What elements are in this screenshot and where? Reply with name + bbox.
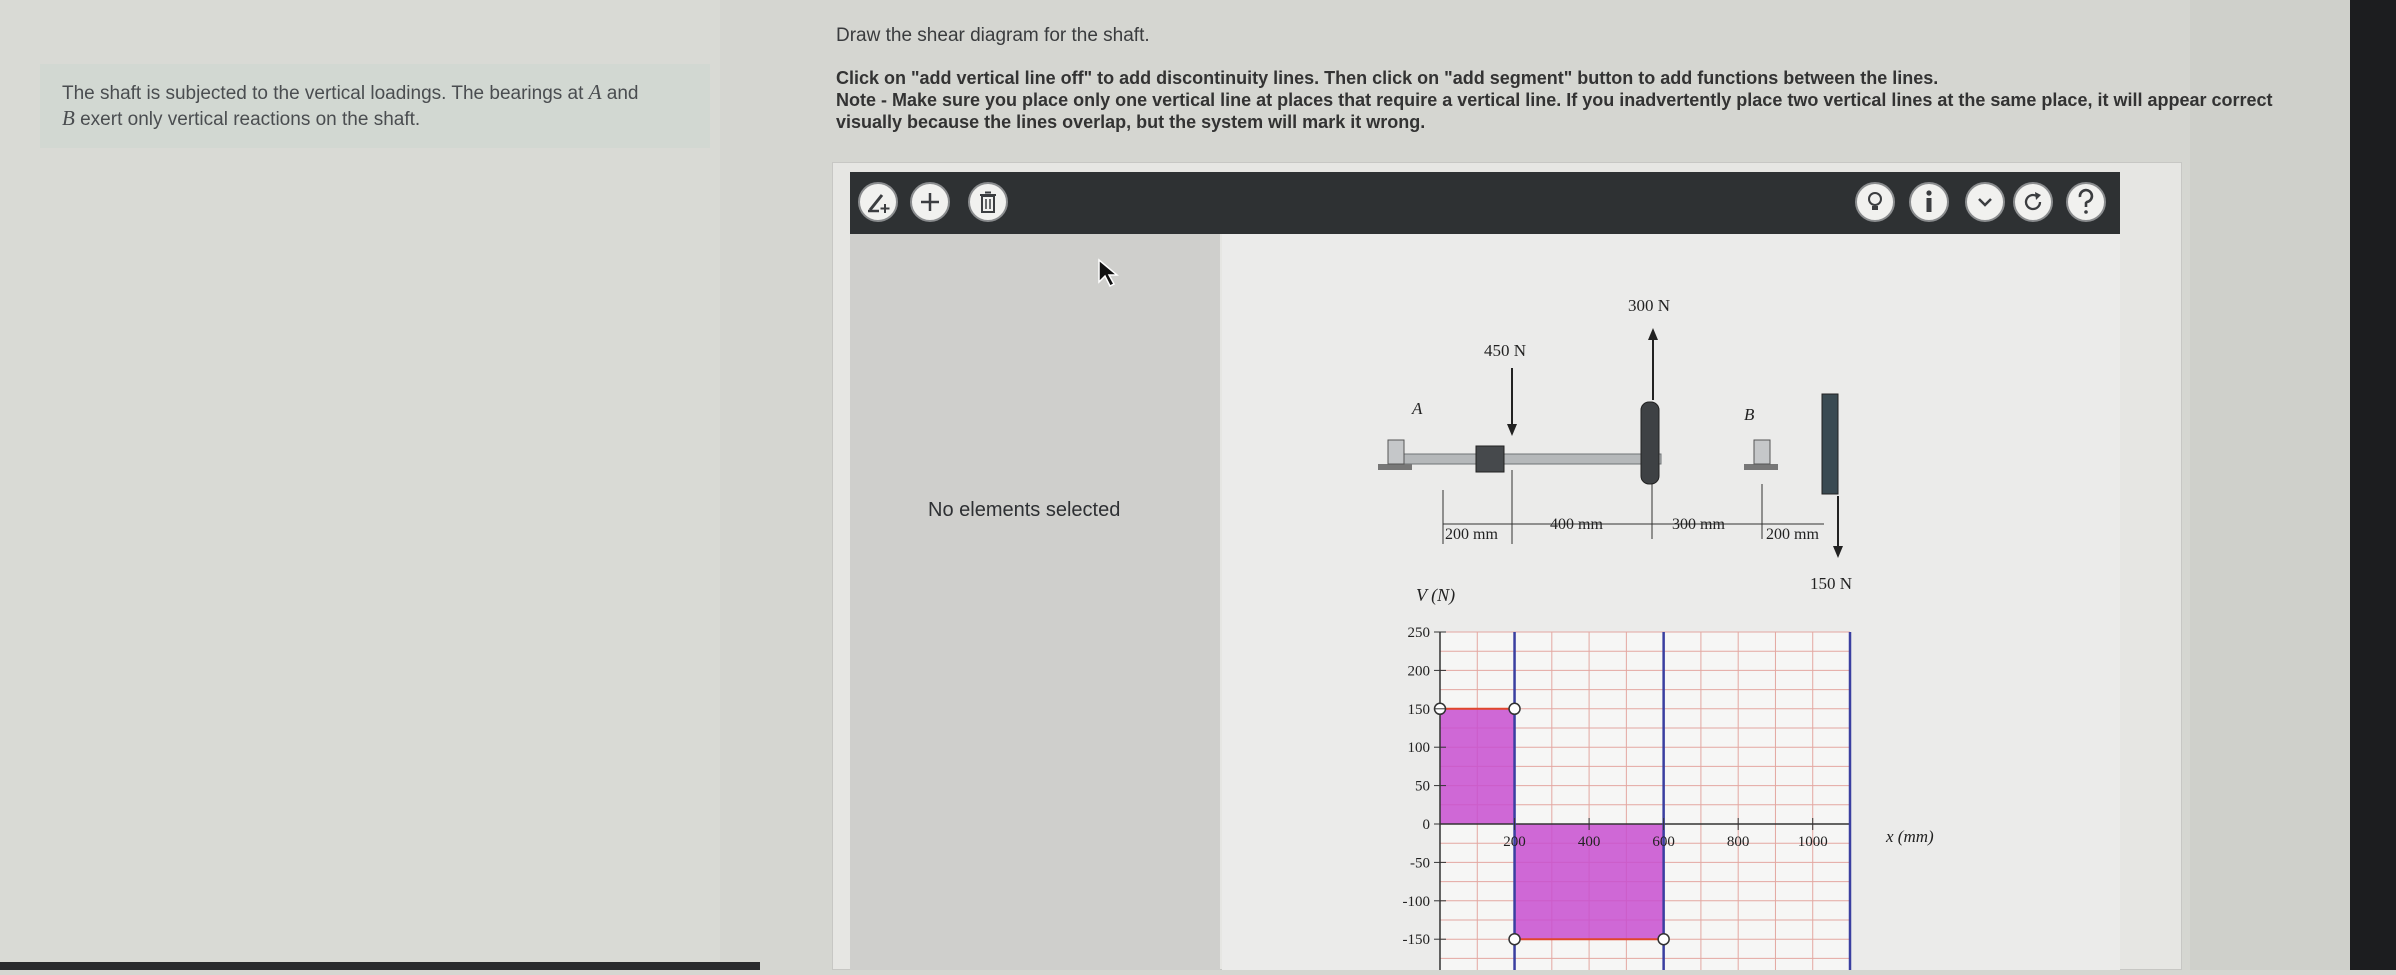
label-load-300: 300 N [1628,296,1670,315]
label-b: B [1744,405,1755,424]
hint-bulb-icon [1868,192,1882,210]
bearing-b-var: B [62,106,75,130]
help-icon [2078,188,2094,214]
bottom-strip [0,962,760,970]
chart-xtick-label: 800 [1727,834,1750,850]
hint-button[interactable] [1855,182,1895,222]
instruction-body: Click on "add vertical line off" to add … [836,67,2276,133]
load-450-head [1507,424,1517,436]
chart-xtick-label: 400 [1578,834,1601,850]
trash-icon [980,191,996,213]
label-dim-400: 400 mm [1550,516,1603,533]
chevron-down-icon [1978,198,1992,207]
info-icon [1926,190,1932,212]
label-dim-200-right: 200 mm [1766,526,1819,543]
info-button[interactable] [1909,182,1949,222]
shaft [1400,453,1662,465]
chart-ytick-label: -150 [1403,932,1431,948]
chart-ytick-label: 100 [1408,740,1431,756]
add-vertical-line-icon [868,194,890,213]
label-load-150: 150 N [1810,574,1852,593]
mouse-cursor-icon [1098,258,1119,288]
shear-chart[interactable]: 250 200 150 100 50 0 -50 -100 -150 200 400 600 800 10… [1403,625,1852,970]
chart-ytick-label: -100 [1403,894,1431,910]
dropdown-button[interactable] [1965,182,2005,222]
chart-ytick-label: 50 [1415,779,1430,795]
refresh-icon [2024,192,2042,211]
segment-endpoint-handle[interactable] [1508,702,1521,716]
pulley-150 [1821,393,1839,495]
label-a: A [1411,399,1423,418]
label-load-450: 450 N [1484,341,1526,360]
problem-text-and: and [606,83,639,104]
drawing-area: A B 450 N 300 N 150 N 200 mm 400 mm 300 … [1222,234,2120,970]
instruction-line-1: Click on "add vertical line off" to add … [836,68,1939,88]
add-segment-icon [921,193,939,211]
properties-panel [850,234,1220,970]
chart-ytick-label: 250 [1408,625,1431,641]
selection-status: No elements selected [928,499,1121,521]
add-segment-button[interactable] [910,182,950,222]
problem-text-2: exert only vertical reactions on the sha… [80,109,421,130]
bearing-a [1387,439,1405,465]
chart-ytick-label: 0 [1423,817,1431,833]
pulley-300 [1640,401,1660,485]
load-150-head [1833,546,1843,558]
problem-statement: The shaft is subjected to the vertical l… [40,64,710,148]
right-background [2190,0,2350,970]
chart-ytick-label: 200 [1408,663,1431,679]
chart-ytick-label: 150 [1408,702,1431,718]
instruction-line-2: Note - Make sure you place only one vert… [836,90,2273,132]
shear-segment-area [1440,708,1515,824]
figure-and-chart: A B 450 N 300 N 150 N 200 mm 400 mm 300 … [1378,296,1934,970]
reset-button[interactable] [2013,182,2053,222]
chart-xtick-label: 600 [1652,834,1675,850]
segment-endpoint-handle[interactable] [1657,932,1670,946]
label-dim-200-left: 200 mm [1445,526,1498,543]
delete-button[interactable] [968,182,1008,222]
gear-450 [1475,445,1505,473]
problem-text-1: The shaft is subjected to the vertical l… [62,83,584,104]
bearing-b [1753,439,1771,465]
bearing-a-var: A [588,80,602,104]
bearing-b-base [1744,464,1778,470]
instruction-title: Draw the shear diagram for the shaft. [836,25,1150,46]
bearing-a-base [1378,464,1412,470]
shaft-figure: A B 450 N 300 N 150 N 200 mm 400 mm 300 … [1378,296,1852,593]
segment-endpoint-handle[interactable] [1508,932,1521,946]
help-button[interactable] [2066,182,2106,222]
chart-xtick-label: 1000 [1798,834,1828,850]
chart-xtick-label: 200 [1503,834,1526,850]
add-vertical-line-button[interactable] [858,182,898,222]
load-300-head [1648,328,1658,340]
screen-bezel [2350,0,2396,970]
chart-ylabel: V (N) [1416,585,1455,606]
label-dim-300: 300 mm [1672,516,1725,533]
chart-xlabel: x (mm) [1885,827,1934,846]
chart-ytick-label: -50 [1410,855,1430,871]
